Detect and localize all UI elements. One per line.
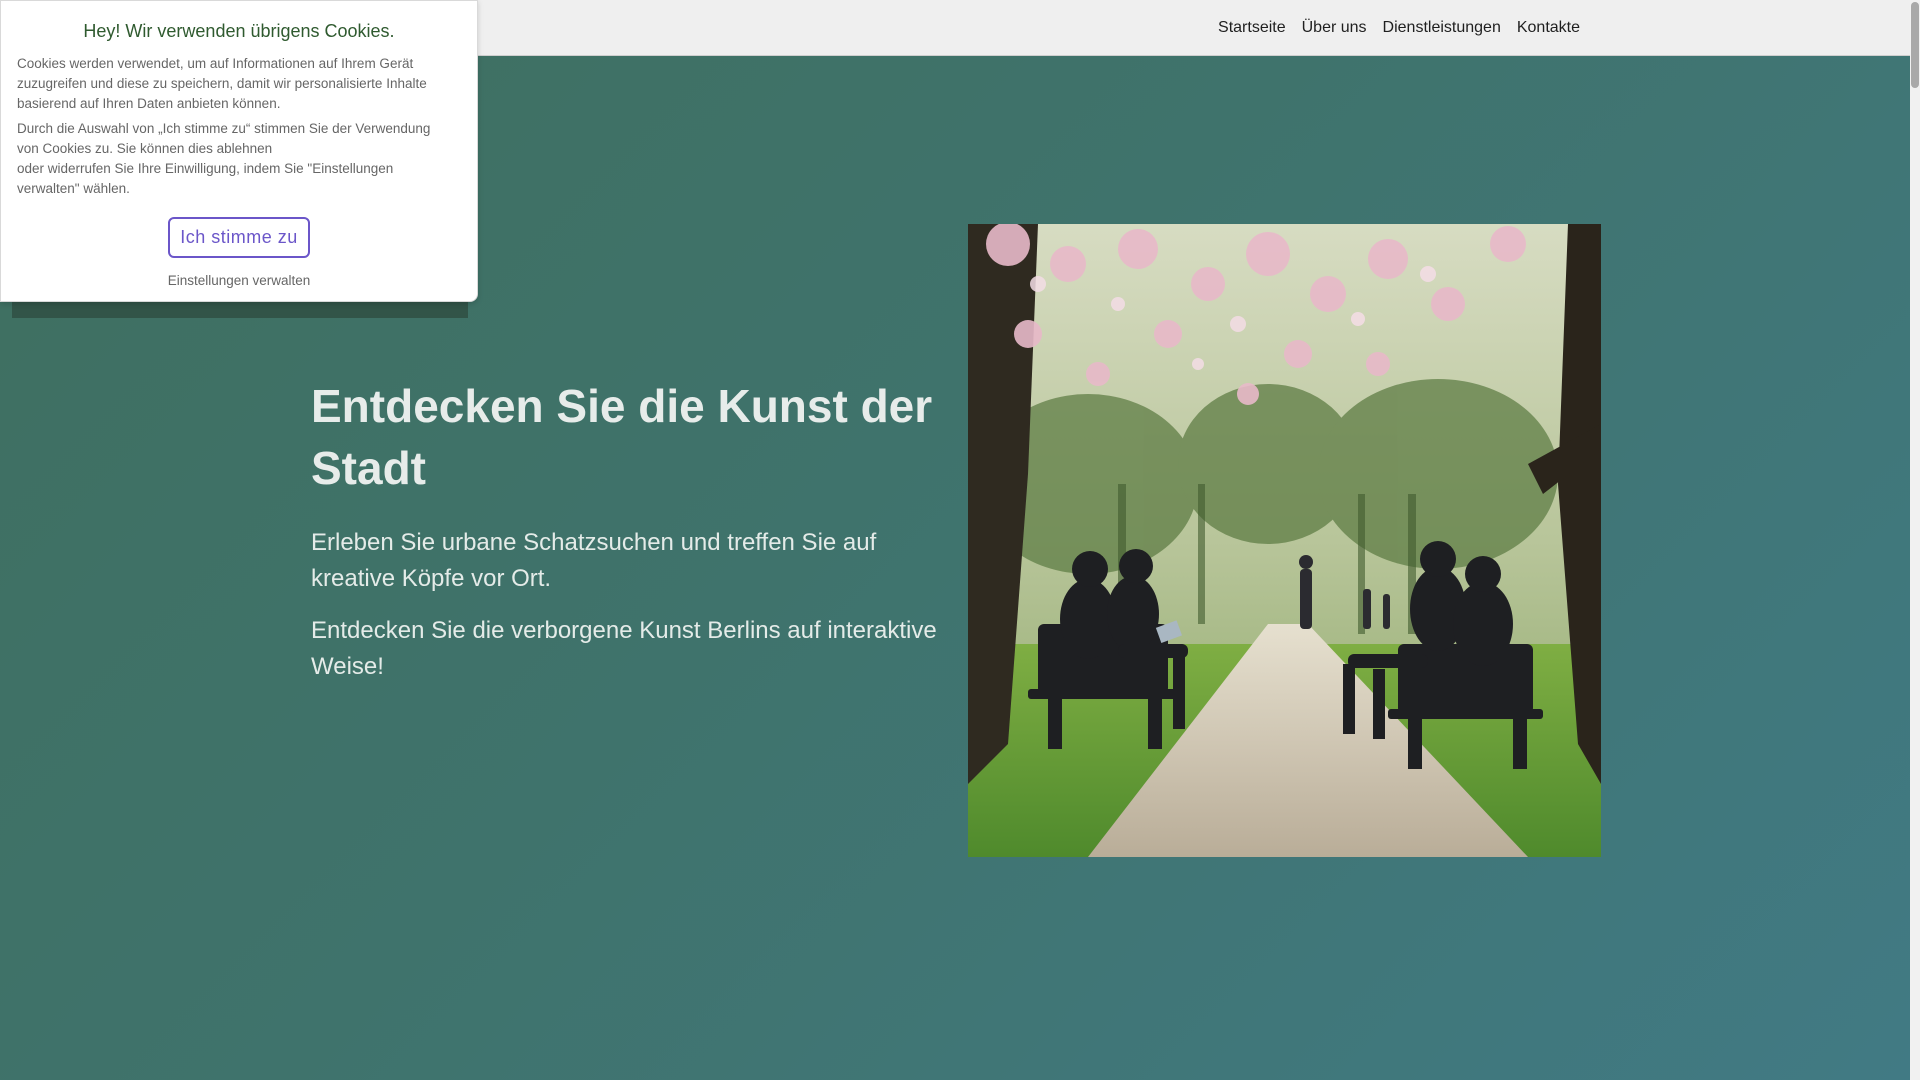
park-photo-icon [968,224,1601,857]
cookie-consent-text: Durch die Auswahl von „Ich stimme zu“ st… [17,119,461,199]
nav-link-kontakte[interactable]: Kontakte [1509,0,1588,55]
hero-paragraph-1: Erleben Sie urbane Schatzsuchen und tref… [311,529,877,592]
cookie-consent-dialog: Hey! Wir verwenden übrigens Cookies. Coo… [0,0,478,302]
nav-link-dienstleistungen[interactable]: Dienstleistungen [1375,0,1509,55]
nav-link-startseite[interactable]: Startseite [1210,0,1294,55]
manage-settings-link[interactable]: Einstellungen verwalten [17,273,461,288]
cookie-consent-line: verwalten" wählen. [17,181,130,196]
cookie-info-line: Cookies werden verwendet, um auf Informa… [17,56,414,71]
cookie-consent-line: von Cookies zu. Sie können dies ablehnen [17,141,273,156]
nav-link-ueber-uns[interactable]: Über uns [1294,0,1375,55]
cookie-dialog-title: Hey! Wir verwenden übrigens Cookies. [83,21,395,41]
cookie-consent-line: Durch die Auswahl von „Ich stimme zu“ st… [17,121,431,136]
cookie-consent-line: oder widerrufen Sie Ihre Einwilligung, i… [17,161,394,176]
cookie-info-text: Cookies werden verwendet, um auf Informa… [17,54,461,114]
hero-image [968,224,1601,857]
page-scrollbar[interactable] [1910,0,1920,1080]
cookie-info-line: basierend auf Ihren Daten anbieten könne… [17,96,281,111]
hero-paragraph-2: Entdecken Sie die verborgene Kunst Berli… [311,617,937,680]
main-nav: Startseite Über uns Dienstleistungen Kon… [1210,0,1588,55]
cookie-button-row: Ich stimme zu [17,217,461,258]
cookie-info-line: zuzugreifen und diese zu speichern, dami… [17,76,427,91]
accept-cookies-button[interactable]: Ich stimme zu [168,217,310,258]
hero-title: Entdecken Sie die Kunst der Stadt [311,380,933,494]
scrollbar-thumb[interactable] [1911,2,1919,88]
